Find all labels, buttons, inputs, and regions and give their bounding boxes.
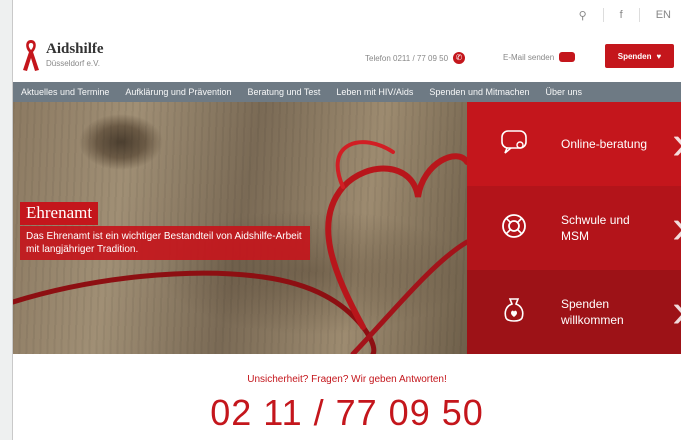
hero-slider[interactable]: Ehrenamt Das Ehrenamt ist ein wichtiger … [13,102,467,354]
divider [602,8,604,22]
nav-item-spenden[interactable]: Spenden und Mitmachen [421,87,537,97]
divider [638,8,640,22]
hero-title: Ehrenamt [20,202,99,225]
site-header: Aidshilfe Düsseldorf e.V. Telefon 0211 /… [13,30,681,82]
hero-text: Das Ehrenamt ist ein wichtiger Bestandte… [20,226,310,260]
mail-icon [559,52,576,62]
heart-icon: ♥ [656,51,662,61]
nav-item-aktuelles[interactable]: Aktuelles und Termine [13,87,117,97]
logo-name: Aidshilfe [46,41,104,57]
chat-icon [495,129,533,160]
chevron-right-icon: › [672,288,681,336]
tile-schwule-msm[interactable]: Schwule und MSM › [467,186,681,270]
donation-icon [495,296,533,329]
chevron-right-icon: › [672,204,681,252]
nav-item-beratung[interactable]: Beratung und Test [239,87,328,97]
header-phone-label: Telefon 0211 / 77 09 50 [365,53,449,63]
tile-label: Online-beratung [561,137,648,151]
top-bar: ⚲ f EN [13,0,681,30]
page-frame: ⚲ f EN Aidshilfe Düsseldorf e.V. Telefon… [12,0,681,440]
red-ribbon-icon [23,40,39,71]
tile-label: Schwule und MSM [561,213,630,243]
contact-tagline: Unsicherheit? Fragen? Wir geben Antworte… [247,374,447,385]
facebook-icon[interactable]: f [620,9,623,21]
tile-spenden[interactable]: Spenden willkommen › [467,270,681,354]
header-phone[interactable]: Telefon 0211 / 77 09 50 ✆ [365,52,466,64]
main-nav: Aktuelles und Termine Aufklärung und Prä… [13,82,681,102]
tile-onlineberatung[interactable]: Online-beratung › [467,102,681,186]
nav-item-leben[interactable]: Leben mit HIV/Aids [328,87,421,97]
search-icon[interactable]: ⚲ [579,9,587,22]
nav-item-ueber-uns[interactable]: Über uns [537,87,590,97]
tile-label: Spenden willkommen [561,297,624,327]
contact-phone[interactable]: 02 11 / 77 09 50 [13,392,681,434]
language-switch[interactable]: EN [656,9,671,21]
header-mail-label: E-Mail senden [503,52,555,62]
quick-links: Online-beratung › Schwule und MSM › Spen… [467,102,681,354]
phone-icon: ✆ [453,52,466,64]
logo-subtitle: Düsseldorf e.V. [46,59,100,68]
logo[interactable]: Aidshilfe Düsseldorf e.V. [22,38,104,72]
header-mail[interactable]: E-Mail senden [503,52,576,62]
chevron-right-icon: › [672,120,681,168]
donate-button[interactable]: Spenden ♥ [605,44,674,68]
nav-item-aufklaerung[interactable]: Aufklärung und Prävention [117,87,239,97]
lifebuoy-icon [495,212,533,245]
donate-label: Spenden [617,51,652,61]
